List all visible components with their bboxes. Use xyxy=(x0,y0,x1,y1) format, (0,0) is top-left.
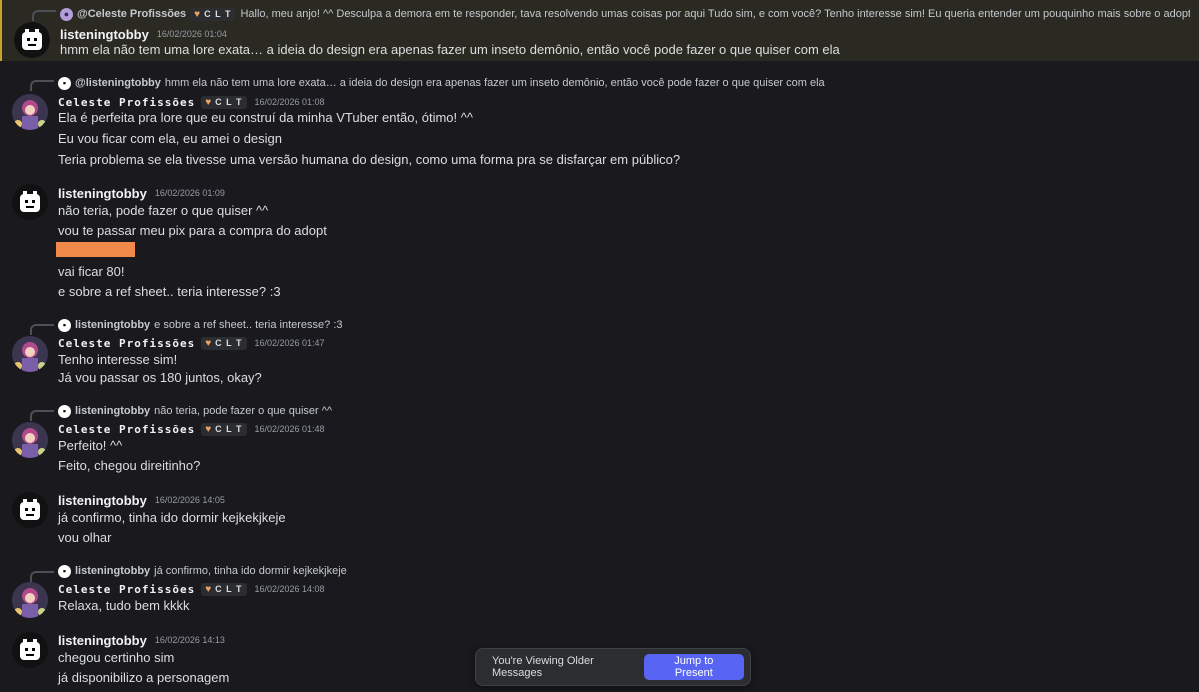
message[interactable]: listeningtobby 16/02/2026 14:05 já confi… xyxy=(0,492,1199,552)
avatar-tobby[interactable] xyxy=(12,492,48,528)
message-text: Teria problema se ela tivesse uma versão… xyxy=(58,152,681,167)
reply-avatar: ▪ xyxy=(58,564,71,578)
message-text: Tenho interesse sim! xyxy=(58,352,178,367)
timestamp[interactable]: 16/02/2026 01:47 xyxy=(255,338,325,348)
message-header: Celeste Profissões ♥ C L T 16/02/2026 01:… xyxy=(58,335,325,351)
message-text: e sobre a ref sheet.. teria interesse? :… xyxy=(58,284,281,299)
author-name[interactable]: listeningtobby xyxy=(58,633,147,648)
message-text: não teria, pode fazer o que quiser ^^ xyxy=(58,203,269,218)
message[interactable]: ▪ listeningtobby e sobre a ref sheet.. t… xyxy=(0,316,1199,388)
avatar-celeste[interactable] xyxy=(12,582,48,618)
reply-text: e sobre a ref sheet.. teria interesse? :… xyxy=(154,319,343,331)
message-text: vai ficar 80! xyxy=(58,264,125,279)
avatar-tobby[interactable] xyxy=(12,632,48,668)
message-text: Eu vou ficar com ela, eu amei o design xyxy=(58,131,283,146)
heart-icon: ♥ xyxy=(205,583,213,595)
message-highlighted[interactable]: ● @Celeste Profissões ♥ C L T Hallo, meu … xyxy=(0,0,1199,61)
message-text: Já vou passar os 180 juntos, okay? xyxy=(58,370,262,385)
timestamp[interactable]: 16/02/2026 14:13 xyxy=(155,635,225,645)
reply-text: hmm ela não tem uma lore exata… a ideia … xyxy=(164,77,825,89)
message-header: Celeste Profissões ♥ C L T 16/02/2026 01:… xyxy=(58,421,325,437)
timestamp[interactable]: 16/02/2026 01:08 xyxy=(255,97,325,107)
banner-text: You're Viewing Older Messages xyxy=(492,655,594,679)
reply-avatar: ▪ xyxy=(58,76,71,90)
reply-author[interactable]: @listeningtobby xyxy=(75,77,161,89)
user-tag: ♥ C L T xyxy=(190,7,236,21)
author-name[interactable]: Celeste Profissões xyxy=(58,96,195,109)
heart-icon: ♥ xyxy=(205,96,213,108)
message[interactable]: ▪ listeningtobby não teria, pode fazer o… xyxy=(0,402,1199,474)
user-tag: ♥ C L T xyxy=(201,582,247,596)
reply-avatar: ▪ xyxy=(58,404,71,418)
author-name[interactable]: listeningtobby xyxy=(58,186,147,201)
user-tag: ♥ C L T xyxy=(201,95,247,109)
message[interactable]: ▪ listeningtobby já confirmo, tinha ido … xyxy=(0,563,1199,619)
reply-author[interactable]: listeningtobby xyxy=(75,405,150,417)
message-text: vou olhar xyxy=(58,530,112,545)
message-header: listeningtobby 16/02/2026 01:04 xyxy=(60,26,227,42)
reply-text: Hallo, meu anjo! ^^ Desculpa a demora em… xyxy=(240,8,1190,20)
timestamp[interactable]: 16/02/2026 01:09 xyxy=(155,188,225,198)
timestamp[interactable]: 16/02/2026 01:04 xyxy=(157,29,227,39)
author-name[interactable]: Celeste Profissões xyxy=(58,583,195,596)
reply-author[interactable]: listeningtobby xyxy=(75,565,150,577)
author-name[interactable]: listeningtobby xyxy=(58,493,147,508)
avatar-tobby[interactable] xyxy=(12,184,48,220)
author-name[interactable]: Celeste Profissões xyxy=(58,337,195,350)
author-name[interactable]: Celeste Profissões xyxy=(58,423,195,436)
message-text: já disponibilizo a personagem xyxy=(58,670,230,685)
timestamp[interactable]: 16/02/2026 14:05 xyxy=(155,495,225,505)
reply-text: não teria, pode fazer o que quiser ^^ xyxy=(154,405,333,417)
message-text: hmm ela não tem uma lore exata… a ideia … xyxy=(60,42,840,57)
avatar-celeste[interactable] xyxy=(12,422,48,458)
message-text: vou te passar meu pix para a compra do a… xyxy=(58,223,327,238)
reply-author[interactable]: listeningtobby xyxy=(75,319,150,331)
reply-author[interactable]: @Celeste Profissões xyxy=(77,8,186,20)
timestamp[interactable]: 16/02/2026 01:48 xyxy=(255,424,325,434)
avatar-tobby[interactable] xyxy=(14,22,50,58)
reply-preview[interactable]: ● @Celeste Profissões ♥ C L T Hallo, meu … xyxy=(60,6,1190,22)
message[interactable]: ▪ @listeningtobby hmm ela não tem uma lo… xyxy=(0,72,1199,172)
reply-preview[interactable]: ▪ listeningtobby e sobre a ref sheet.. t… xyxy=(58,317,343,333)
heart-icon: ♥ xyxy=(194,8,202,20)
message[interactable]: listeningtobby 16/02/2026 01:09 não teri… xyxy=(0,184,1199,304)
reply-preview[interactable]: ▪ @listeningtobby hmm ela não tem uma lo… xyxy=(58,75,825,91)
message-text: Perfeito! ^^ xyxy=(58,438,123,453)
message-header: Celeste Profissões ♥ C L T 16/02/2026 01:… xyxy=(58,94,325,110)
message-text: Feito, chegou direitinho? xyxy=(58,458,201,473)
timestamp[interactable]: 16/02/2026 14:08 xyxy=(255,584,325,594)
redacted-block xyxy=(56,242,135,257)
message-header: listeningtobby 16/02/2026 14:13 xyxy=(58,632,225,648)
reply-preview[interactable]: ▪ listeningtobby já confirmo, tinha ido … xyxy=(58,563,347,579)
message-text: Relaxa, tudo bem kkkk xyxy=(58,598,190,613)
message-text: já confirmo, tinha ido dormir kejkekjkej… xyxy=(58,510,286,525)
older-messages-banner: You're Viewing Older Messages Jump to Pr… xyxy=(475,648,751,686)
reply-avatar: ▪ xyxy=(58,318,71,332)
reply-avatar: ● xyxy=(60,7,73,21)
message-text: chegou certinho sim xyxy=(58,650,175,665)
message-header: listeningtobby 16/02/2026 01:09 xyxy=(58,185,225,201)
author-name[interactable]: listeningtobby xyxy=(60,27,149,42)
avatar-celeste[interactable] xyxy=(12,94,48,130)
message-header: listeningtobby 16/02/2026 14:05 xyxy=(58,492,225,508)
message-text: Ela é perfeita pra lore que eu construí … xyxy=(58,110,473,125)
user-tag: ♥ C L T xyxy=(201,422,247,436)
reply-text: já confirmo, tinha ido dormir kejkekjkej… xyxy=(154,565,347,577)
reply-preview[interactable]: ▪ listeningtobby não teria, pode fazer o… xyxy=(58,403,332,419)
message-header: Celeste Profissões ♥ C L T 16/02/2026 14:… xyxy=(58,581,325,597)
user-tag: ♥ C L T xyxy=(201,336,247,350)
heart-icon: ♥ xyxy=(205,423,213,435)
avatar-celeste[interactable] xyxy=(12,336,48,372)
jump-to-present-button[interactable]: Jump to Present xyxy=(643,654,744,680)
heart-icon: ♥ xyxy=(205,337,213,349)
